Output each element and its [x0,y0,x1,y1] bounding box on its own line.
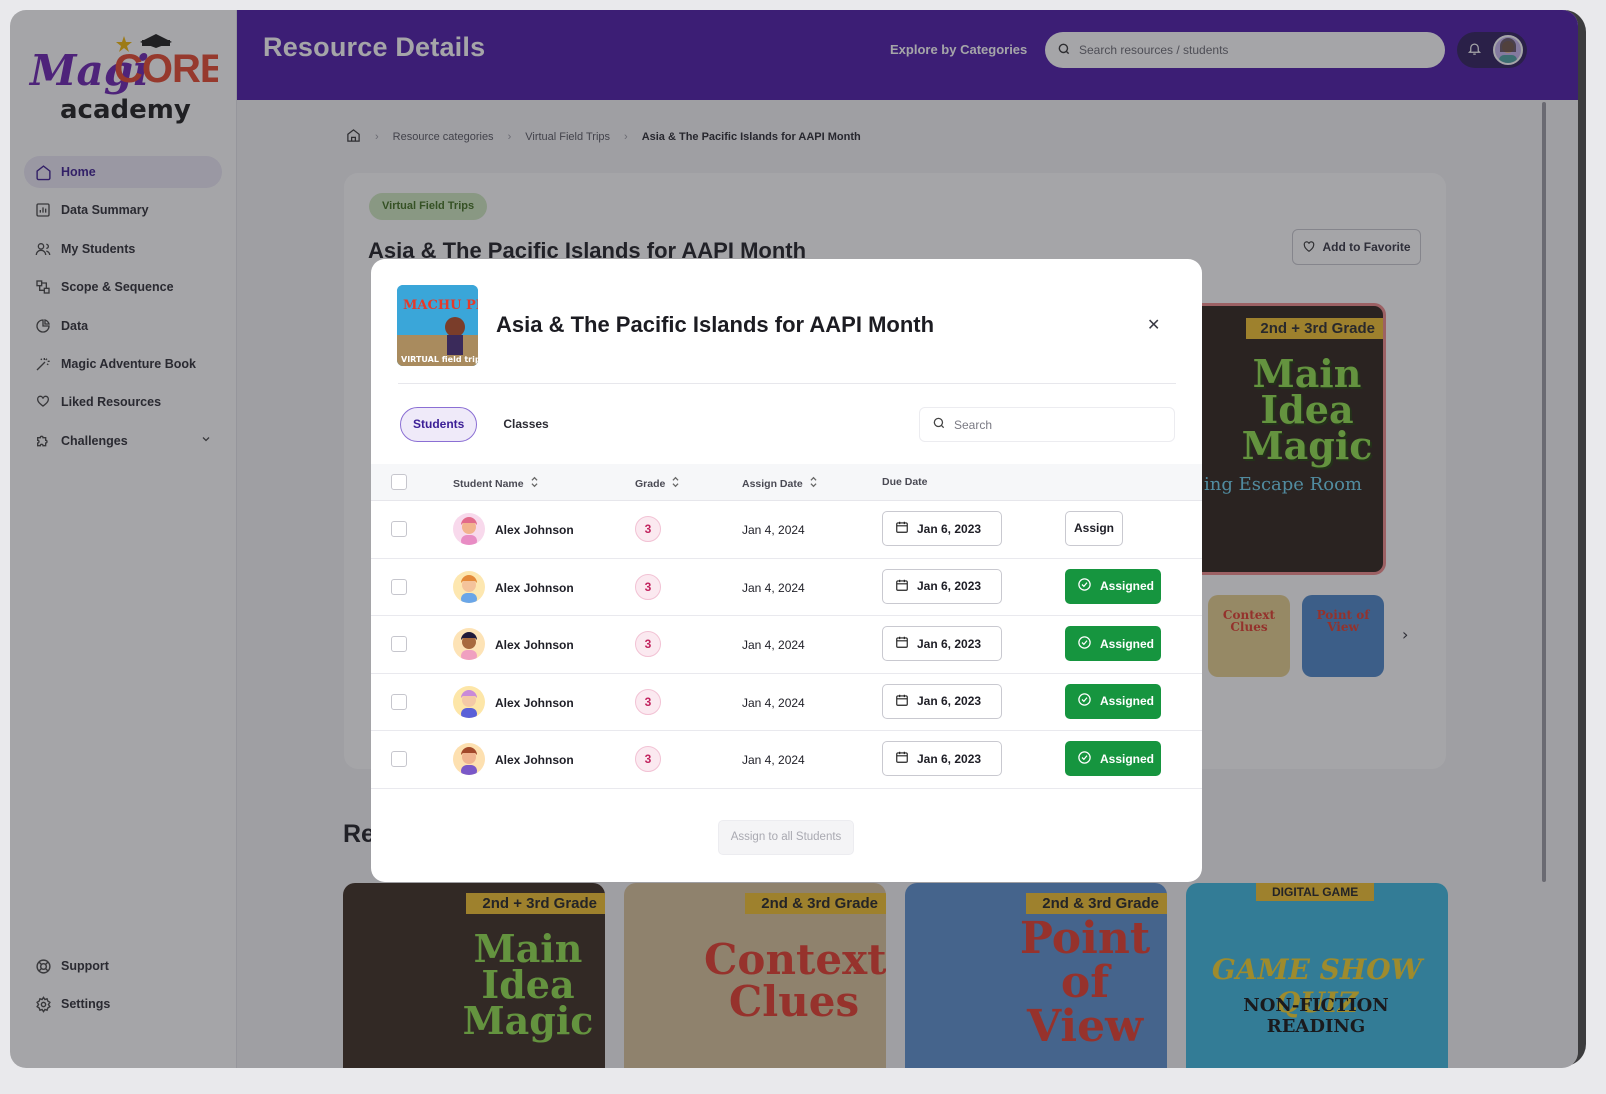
table-row: Alex Johnson 3 Jan 4, 2024 Jan 6, 2023 A… [371,731,1202,789]
student-avatar [453,570,485,603]
tab-classes[interactable]: Classes [491,407,560,442]
check-circle-icon [1077,577,1092,595]
tab-students[interactable]: Students [400,407,478,442]
select-all-checkbox[interactable] [391,474,407,490]
modal-title: Asia & The Pacific Islands for AAPI Mont… [496,312,935,337]
grade-badge: 3 [635,631,661,657]
table-header: Student Name Grade Assign Date Due Date [371,464,1202,501]
table-row: Alex Johnson 3 Jan 4, 2024 Jan 6, 2023 A… [371,559,1202,616]
student-name: Alex Johnson [495,695,574,710]
assigned-status-button[interactable]: Assigned [1065,626,1161,661]
due-date-picker[interactable]: Jan 6, 2023 [882,683,1002,719]
assign-modal: MACHU PICCHU VIRTUAL field trip Asia & T… [371,259,1202,882]
sort-icon [671,476,680,491]
modal-tabs: Students Classes [400,407,561,442]
modal-resource-thumbnail: MACHU PICCHU VIRTUAL field trip [397,285,478,366]
assign-all-students-button[interactable]: Assign to all Students [718,820,854,855]
grade-badge: 3 [635,688,661,715]
calendar-icon [895,635,909,652]
calendar-icon [895,693,909,710]
assigned-status-button[interactable]: Assigned [1065,568,1161,604]
grade-badge: 3 [635,573,661,600]
calendar-icon [895,750,909,767]
column-header-due-date: Due Date [882,476,928,488]
close-icon[interactable]: ✕ [1147,315,1160,334]
assign-date: Jan 4, 2024 [742,580,805,595]
column-header-student-name[interactable]: Student Name [453,476,539,491]
student-avatar [453,685,485,718]
assign-button[interactable]: Assign [1065,511,1123,546]
svg-text:MACHU PICCHU: MACHU PICCHU [403,298,478,313]
table-row: Alex Johnson 3 Jan 4, 2024 Jan 6, 2023 A… [371,501,1202,559]
assigned-status-button[interactable]: Assigned [1065,741,1161,776]
due-date-picker[interactable]: Jan 6, 2023 [882,568,1002,604]
grade-badge: 3 [635,746,661,772]
row-checkbox[interactable] [391,636,407,652]
assign-date: Jan 4, 2024 [742,638,805,652]
sort-icon [530,476,539,491]
assign-date: Jan 4, 2024 [742,695,805,710]
modal-search[interactable] [919,407,1175,442]
svg-text:VIRTUAL field trip: VIRTUAL field trip [401,355,478,364]
assign-date: Jan 4, 2024 [742,523,805,537]
row-checkbox[interactable] [391,578,407,595]
student-name: Alex Johnson [495,638,574,652]
row-checkbox[interactable] [391,521,407,537]
app-screen: Magi CORE academy Home Data Summary My S… [10,10,1578,1068]
calendar-icon [895,578,909,595]
table-row: Alex Johnson 3 Jan 4, 2024 Jan 6, 2023 A… [371,616,1202,674]
due-date-picker[interactable]: Jan 6, 2023 [882,741,1002,776]
due-date-picker[interactable]: Jan 6, 2023 [882,511,1002,546]
search-icon [932,415,946,434]
modal-divider [398,383,1176,384]
check-circle-icon [1077,635,1092,653]
student-avatar [453,628,485,660]
column-header-grade[interactable]: Grade [635,476,680,491]
column-header-assign-date[interactable]: Assign Date [742,476,818,491]
student-name: Alex Johnson [495,523,574,537]
grade-badge: 3 [635,516,661,542]
row-checkbox[interactable] [391,693,407,710]
student-name: Alex Johnson [495,753,574,767]
assign-date: Jan 4, 2024 [742,753,805,767]
calendar-icon [895,520,909,537]
assigned-status-button[interactable]: Assigned [1065,683,1161,719]
check-circle-icon [1077,750,1092,768]
row-checkbox[interactable] [391,751,407,767]
modal-search-input[interactable] [954,417,1154,432]
student-avatar [453,743,485,775]
student-avatar [453,513,485,545]
table-row: Alex Johnson 3 Jan 4, 2024 Jan 6, 2023 A… [371,674,1202,731]
sort-icon [809,476,818,491]
student-name: Alex Johnson [495,580,574,595]
due-date-picker[interactable]: Jan 6, 2023 [882,626,1002,661]
check-circle-icon [1077,692,1092,710]
